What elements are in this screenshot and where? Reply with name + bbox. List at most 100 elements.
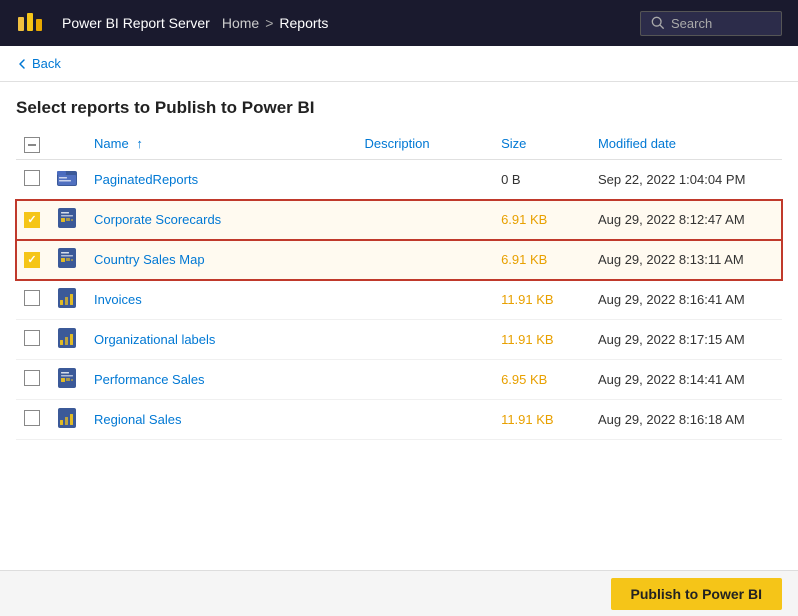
row-name-link[interactable]: PaginatedReports — [94, 172, 198, 187]
search-icon — [651, 16, 665, 30]
table-body: PaginatedReports 0 BSep 22, 2022 1:04:04 … — [16, 160, 782, 440]
row-modified-date-cell: Aug 29, 2022 8:14:41 AM — [590, 360, 782, 400]
row-description-cell — [357, 240, 494, 280]
row-icon-cell — [48, 160, 86, 200]
powerbi-logo-icon — [16, 9, 44, 37]
row-icon-cell — [48, 400, 86, 440]
row-name-cell: PaginatedReports — [86, 160, 357, 200]
row-icon-cell — [48, 200, 86, 240]
reports-table: Name ↑ Description Size Modified date Pa… — [16, 128, 782, 440]
row-size-cell: 11.91 KB — [493, 400, 590, 440]
report-icon — [56, 217, 78, 232]
back-bar: Back — [0, 46, 798, 82]
row-description-cell — [357, 160, 494, 200]
row-modified-date-cell: Aug 29, 2022 8:16:18 AM — [590, 400, 782, 440]
header-name-label: Name — [94, 136, 129, 151]
row-name-cell: Regional Sales — [86, 400, 357, 440]
row-name-link[interactable]: Corporate Scorecards — [94, 212, 221, 227]
row-modified-date-cell: Aug 29, 2022 8:16:41 AM — [590, 280, 782, 320]
table-row[interactable]: Performance Sales 6.95 KBAug 29, 2022 8:1… — [16, 360, 782, 400]
row-size-cell: 6.91 KB — [493, 240, 590, 280]
row-name-link[interactable]: Regional Sales — [94, 412, 181, 427]
row-name-cell: Organizational labels — [86, 320, 357, 360]
app-title: Power BI Report Server — [62, 15, 210, 31]
header-checkbox-cell — [16, 128, 48, 160]
select-all-checkbox[interactable] — [24, 137, 40, 153]
header-size[interactable]: Size — [493, 128, 590, 160]
table-row[interactable]: PaginatedReports 0 BSep 22, 2022 1:04:04 … — [16, 160, 782, 200]
back-link[interactable]: Back — [16, 56, 782, 71]
row-checkbox[interactable] — [24, 410, 40, 426]
row-icon-cell — [48, 240, 86, 280]
row-checkbox-cell — [16, 160, 48, 200]
row-checkbox-cell — [16, 280, 48, 320]
table-row[interactable]: Invoices 11.91 KBAug 29, 2022 8:16:41 AM — [16, 280, 782, 320]
app-header: Power BI Report Server Home > Reports — [0, 0, 798, 46]
header-description[interactable]: Description — [357, 128, 494, 160]
row-checkbox[interactable] — [24, 290, 40, 306]
back-label: Back — [32, 56, 61, 71]
row-size-cell: 6.91 KB — [493, 200, 590, 240]
reports-table-wrapper: Name ↑ Description Size Modified date Pa… — [0, 128, 798, 440]
row-checkbox[interactable] — [24, 170, 40, 186]
row-checkbox-cell — [16, 240, 48, 280]
bar-icon — [56, 417, 78, 432]
row-modified-date-cell: Aug 29, 2022 8:13:11 AM — [590, 240, 782, 280]
sort-icon: ↑ — [136, 136, 143, 151]
breadcrumb-current: Reports — [279, 15, 328, 31]
search-input[interactable] — [671, 16, 771, 31]
row-name-link[interactable]: Country Sales Map — [94, 252, 205, 267]
row-description-cell — [357, 320, 494, 360]
logo — [16, 9, 44, 37]
row-modified-date-cell: Sep 22, 2022 1:04:04 PM — [590, 160, 782, 200]
bar-icon — [56, 297, 78, 312]
row-name-cell: Performance Sales — [86, 360, 357, 400]
row-description-cell — [357, 400, 494, 440]
row-name-cell: Corporate Scorecards — [86, 200, 357, 240]
row-size-cell: 11.91 KB — [493, 320, 590, 360]
search-box[interactable] — [640, 11, 782, 36]
table-row[interactable]: Country Sales Map 6.91 KBAug 29, 2022 8:1… — [16, 240, 782, 280]
row-modified-date-cell: Aug 29, 2022 8:17:15 AM — [590, 320, 782, 360]
row-description-cell — [357, 280, 494, 320]
row-size-cell: 11.91 KB — [493, 280, 590, 320]
row-checkbox[interactable] — [24, 212, 40, 228]
header-modified-date[interactable]: Modified date — [590, 128, 782, 160]
publish-power-bi-button[interactable]: Publish to Power BI — [611, 578, 782, 610]
header-name[interactable]: Name ↑ — [86, 128, 357, 160]
bottom-bar: Publish to Power BI — [0, 570, 798, 616]
row-size-cell: 0 B — [493, 160, 590, 200]
table-row[interactable]: Regional Sales 11.91 KBAug 29, 2022 8:16:… — [16, 400, 782, 440]
row-name-cell: Country Sales Map — [86, 240, 357, 280]
row-checkbox[interactable] — [24, 370, 40, 386]
row-size-cell: 6.95 KB — [493, 360, 590, 400]
report-icon — [56, 257, 78, 272]
row-checkbox-cell — [16, 400, 48, 440]
row-description-cell — [357, 200, 494, 240]
bar-icon — [56, 337, 78, 352]
row-checkbox[interactable] — [24, 252, 40, 268]
breadcrumb-separator: > — [265, 15, 273, 31]
table-row[interactable]: Organizational labels 11.91 KBAug 29, 202… — [16, 320, 782, 360]
table-row[interactable]: Corporate Scorecards 6.91 KBAug 29, 2022 … — [16, 200, 782, 240]
breadcrumb-home[interactable]: Home — [222, 15, 259, 31]
row-name-link[interactable]: Organizational labels — [94, 332, 215, 347]
back-chevron-icon — [16, 58, 28, 70]
row-modified-date-cell: Aug 29, 2022 8:12:47 AM — [590, 200, 782, 240]
page-title: Select reports to Publish to Power BI — [0, 82, 798, 128]
row-icon-cell — [48, 320, 86, 360]
row-icon-cell — [48, 280, 86, 320]
row-checkbox[interactable] — [24, 330, 40, 346]
report-icon — [56, 377, 78, 392]
row-checkbox-cell — [16, 360, 48, 400]
row-name-link[interactable]: Invoices — [94, 292, 142, 307]
row-name-link[interactable]: Performance Sales — [94, 372, 205, 387]
row-name-cell: Invoices — [86, 280, 357, 320]
row-checkbox-cell — [16, 320, 48, 360]
row-icon-cell — [48, 360, 86, 400]
breadcrumb: Home > Reports — [222, 15, 628, 31]
folder-icon — [56, 177, 78, 192]
table-header-row: Name ↑ Description Size Modified date — [16, 128, 782, 160]
row-description-cell — [357, 360, 494, 400]
header-icon-cell — [48, 128, 86, 160]
